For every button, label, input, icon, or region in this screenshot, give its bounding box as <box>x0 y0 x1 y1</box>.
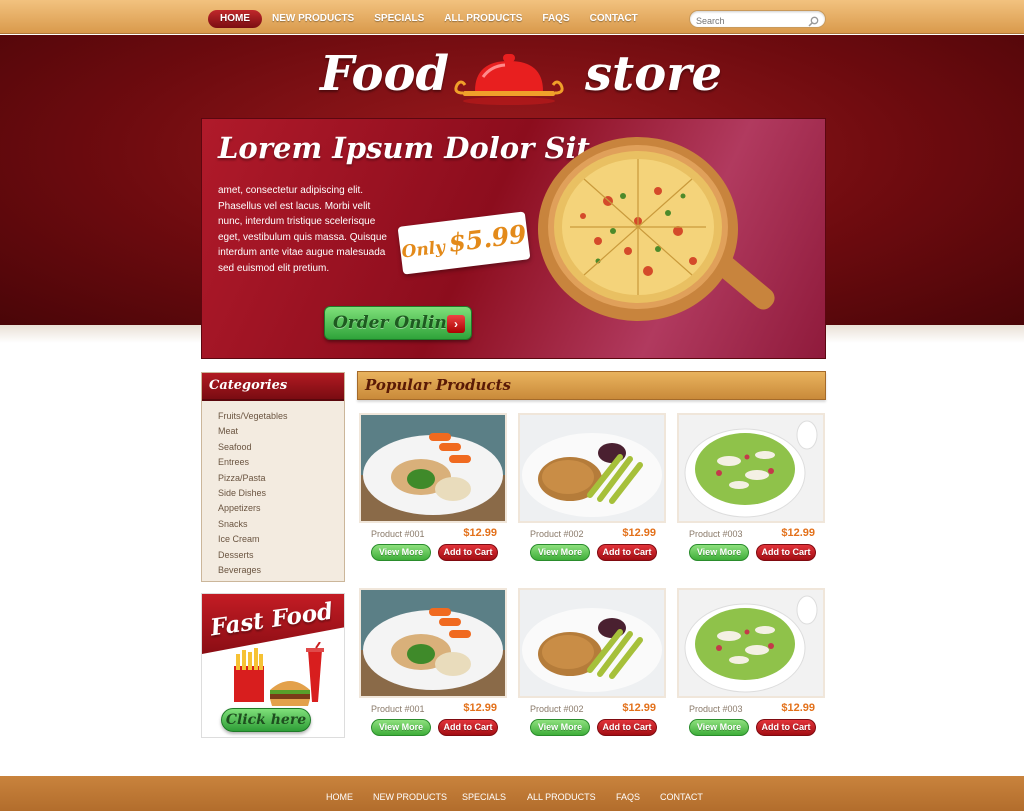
product-price: $12.99 <box>463 702 497 714</box>
view-more-button[interactable]: View More <box>689 544 749 561</box>
search-icon[interactable] <box>808 14 819 32</box>
fast-food-promo[interactable]: Fast Food Click here <box>201 593 345 738</box>
product-card: Product #002 $12.99 View More Add to Car… <box>518 413 666 563</box>
promo-click-here-button[interactable]: Click here <box>221 708 311 732</box>
footer-nav-contact[interactable]: CONTACT <box>660 792 703 802</box>
category-snacks[interactable]: Snacks <box>218 517 344 532</box>
product-name: Product #002 <box>530 529 584 539</box>
footer-nav-home[interactable]: HOME <box>326 792 353 802</box>
nav-specials[interactable]: SPECIALS <box>364 10 434 28</box>
add-to-cart-button[interactable]: Add to Cart <box>756 544 816 561</box>
category-side-dishes[interactable]: Side Dishes <box>218 486 344 501</box>
product-card: Product #001 $12.99 View More Add to Car… <box>359 588 507 738</box>
product-card: Product #003 $12.99 View More Add to Car… <box>677 413 825 563</box>
site-logo[interactable]: Food store <box>320 46 722 106</box>
logo-word-store: store <box>585 46 723 102</box>
product-price: $12.99 <box>463 527 497 539</box>
view-more-button[interactable]: View More <box>371 544 431 561</box>
category-pizza-pasta[interactable]: Pizza/Pasta <box>218 471 344 486</box>
top-navbar: HOME NEW PRODUCTS SPECIALS ALL PRODUCTS … <box>0 0 1024 34</box>
product-price: $12.99 <box>781 702 815 714</box>
cloche-icon <box>453 51 565 110</box>
category-beverages[interactable]: Beverages <box>218 563 344 578</box>
price-tag: Only $5.99 <box>397 211 531 275</box>
product-name: Product #002 <box>530 704 584 714</box>
search-input[interactable] <box>696 13 806 29</box>
pizza-image <box>538 131 794 326</box>
product-price: $12.99 <box>781 527 815 539</box>
hero-banner: Lorem Ipsum Dolor Sit amet, consectetur … <box>201 118 826 359</box>
fast-food-icon <box>230 641 326 717</box>
product-name: Product #003 <box>689 529 743 539</box>
popular-products-header: Popular Products <box>357 371 826 400</box>
promo-button-label: Click here <box>225 712 307 728</box>
product-image-cutlet[interactable] <box>518 413 666 523</box>
product-price: $12.99 <box>622 702 656 714</box>
nav-contact[interactable]: CONTACT <box>580 10 648 28</box>
popular-products-title: Popular Products <box>365 376 511 394</box>
category-ice-cream[interactable]: Ice Cream <box>218 532 344 547</box>
footer-nav: HOME NEW PRODUCTS SPECIALS ALL PRODUCTS … <box>0 792 1024 806</box>
categories-list: Fruits/Vegetables Meat Seafood Entrees P… <box>202 401 344 578</box>
footer: HOME NEW PRODUCTS SPECIALS ALL PRODUCTS … <box>0 776 1024 811</box>
footer-nav-all-products[interactable]: ALL PRODUCTS <box>527 792 596 802</box>
product-image-chicken[interactable] <box>359 588 507 698</box>
nav-home[interactable]: HOME <box>208 10 262 28</box>
product-card: Product #001 $12.99 View More Add to Car… <box>359 413 507 563</box>
category-meat[interactable]: Meat <box>218 424 344 439</box>
banner-text: amet, consectetur adipiscing elit. Phase… <box>218 185 387 274</box>
nav-new-products[interactable]: NEW PRODUCTS <box>262 10 364 28</box>
order-online-button[interactable]: Order Online › <box>324 306 472 340</box>
order-online-label: Order Online <box>333 313 458 333</box>
main-nav: HOME NEW PRODUCTS SPECIALS ALL PRODUCTS … <box>208 10 648 28</box>
product-name: Product #001 <box>371 529 425 539</box>
product-card: Product #002 $12.99 View More Add to Car… <box>518 588 666 738</box>
add-to-cart-button[interactable]: Add to Cart <box>756 719 816 736</box>
category-desserts[interactable]: Desserts <box>218 548 344 563</box>
banner-title: Lorem Ipsum Dolor Sit <box>218 131 590 165</box>
categories-panel: Categories Fruits/Vegetables Meat Seafoo… <box>201 372 345 582</box>
logo-word-food: Food <box>320 46 450 102</box>
view-more-button[interactable]: View More <box>530 544 590 561</box>
product-name: Product #003 <box>689 704 743 714</box>
categories-title: Categories <box>202 373 344 401</box>
footer-nav-specials[interactable]: SPECIALS <box>462 792 506 802</box>
product-image-salad[interactable] <box>677 588 825 698</box>
product-image-salad[interactable] <box>677 413 825 523</box>
category-appetizers[interactable]: Appetizers <box>218 501 344 516</box>
view-more-button[interactable]: View More <box>689 719 749 736</box>
price-amount: $5.99 <box>446 219 529 258</box>
view-more-button[interactable]: View More <box>530 719 590 736</box>
add-to-cart-button[interactable]: Add to Cart <box>438 719 498 736</box>
category-fruits-vegetables[interactable]: Fruits/Vegetables <box>218 409 344 424</box>
nav-all-products[interactable]: ALL PRODUCTS <box>434 10 532 28</box>
view-more-button[interactable]: View More <box>371 719 431 736</box>
footer-nav-faqs[interactable]: FAQS <box>616 792 640 802</box>
price-prefix: Only <box>400 237 447 263</box>
product-price: $12.99 <box>622 527 656 539</box>
nav-faqs[interactable]: FAQS <box>532 10 579 28</box>
category-entrees[interactable]: Entrees <box>218 455 344 470</box>
product-image-chicken[interactable] <box>359 413 507 523</box>
footer-nav-new-products[interactable]: NEW PRODUCTS <box>373 792 447 802</box>
add-to-cart-button[interactable]: Add to Cart <box>597 719 657 736</box>
product-name: Product #001 <box>371 704 425 714</box>
search-box <box>689 10 826 29</box>
arrow-right-icon: › <box>447 315 465 333</box>
product-image-cutlet[interactable] <box>518 588 666 698</box>
add-to-cart-button[interactable]: Add to Cart <box>597 544 657 561</box>
category-seafood[interactable]: Seafood <box>218 440 344 455</box>
product-card: Product #003 $12.99 View More Add to Car… <box>677 588 825 738</box>
add-to-cart-button[interactable]: Add to Cart <box>438 544 498 561</box>
